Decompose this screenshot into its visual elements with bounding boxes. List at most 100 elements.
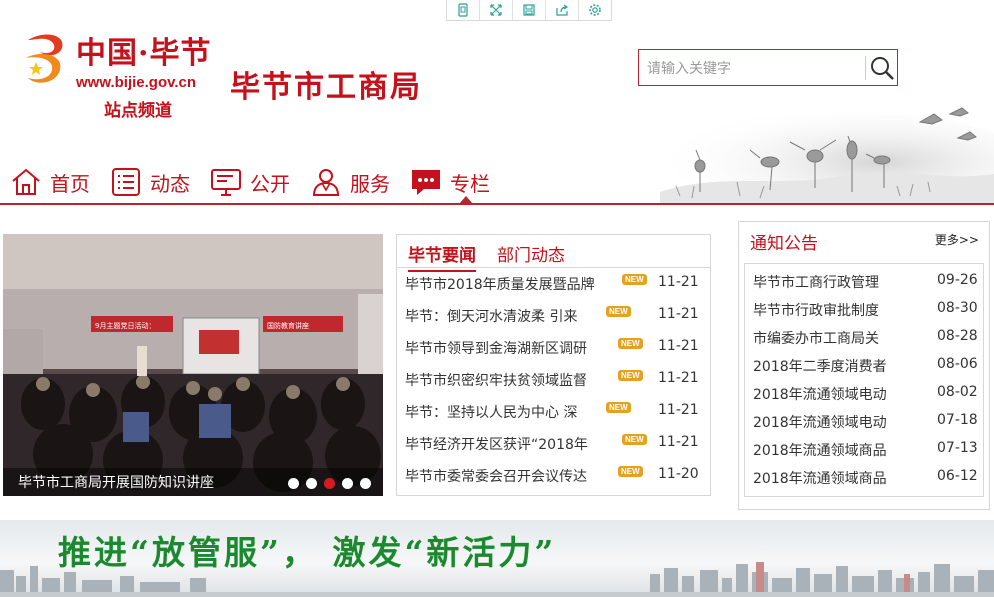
search-icon[interactable] <box>868 54 896 82</box>
new-badge: NEW <box>618 338 643 349</box>
monitor-icon <box>211 169 241 196</box>
news-item[interactable]: 毕节市织密织牢扶贫领域监督 NEW 11-21 <box>397 363 710 395</box>
news-date: 11-20 <box>658 466 699 482</box>
promo-banner[interactable]: 推进“放管服”， 激发“新活力” <box>0 520 994 597</box>
tab-department-news[interactable]: 部门动态 <box>497 241 565 266</box>
news-title[interactable]: 毕节：倒天河水清波柔 引来 <box>405 306 577 326</box>
search-input[interactable] <box>645 56 859 82</box>
slide-photo: 9月主题党日活动： 国防教育讲座 <box>3 234 383 496</box>
new-badge: NEW <box>618 370 643 381</box>
save-icon <box>523 4 535 16</box>
notice-item-date: 09-26 <box>937 272 978 288</box>
logo-text: 中国·毕节 <box>76 36 212 71</box>
search-divider <box>865 56 866 80</box>
nav-item-label: 服务 <box>350 171 390 196</box>
nav-item-public[interactable]: 公开 <box>210 160 290 204</box>
news-date: 11-21 <box>658 434 699 450</box>
top-toolstrip <box>446 0 612 21</box>
news-date: 11-21 <box>658 338 699 354</box>
new-badge: NEW <box>606 306 631 317</box>
list-icon <box>112 168 140 196</box>
notice-item-date: 08-30 <box>937 300 978 316</box>
nav-item-service[interactable]: 服务 <box>310 160 390 204</box>
notice-item-title[interactable]: 2018年流通领域商品 <box>753 440 887 460</box>
save-button[interactable] <box>513 0 546 20</box>
notice-item-date: 06-12 <box>937 468 978 484</box>
notice-item[interactable]: 2018年流通领域电动 08-02 <box>745 379 983 407</box>
news-list: 毕节市2018年质量发展暨品牌 NEW 11-21 毕节：倒天河水清波柔 引来 NEW… <box>397 267 710 491</box>
new-badge: NEW <box>606 402 631 413</box>
slide-dot[interactable] <box>342 478 353 489</box>
nav-item-home[interactable]: 首页 <box>10 160 90 204</box>
nav-item-label: 动态 <box>150 171 190 196</box>
mobile-view-button[interactable] <box>447 0 480 20</box>
notice-item-title[interactable]: 2018年流通领域电动 <box>753 412 887 432</box>
notice-item[interactable]: 毕节市行政审批制度 08-30 <box>745 295 983 323</box>
notice-item[interactable]: 市编委办市工商局关 08-28 <box>745 323 983 351</box>
fullscreen-button[interactable] <box>480 0 513 20</box>
nav-item-label: 公开 <box>250 171 290 196</box>
news-item[interactable]: 毕节：倒天河水清波柔 引来 NEW 11-21 <box>397 299 710 331</box>
new-badge: NEW <box>618 466 643 477</box>
notice-item-date: 07-13 <box>937 440 978 456</box>
slide-dot[interactable] <box>288 478 299 489</box>
notice-item-title[interactable]: 2018年二季度消费者 <box>753 356 887 376</box>
notice-item-title[interactable]: 2018年流通领域电动 <box>753 384 887 404</box>
nav-item-label: 首页 <box>50 171 90 196</box>
news-title[interactable]: 毕节市领导到金海湖新区调研 <box>405 338 587 358</box>
notice-title: 通知公告 <box>750 234 818 254</box>
slide-dot[interactable] <box>306 478 317 489</box>
news-item[interactable]: 毕节：坚持以人民为中心 深 NEW 11-21 <box>397 395 710 427</box>
nav-item-column[interactable]: 专栏 <box>410 160 490 204</box>
people-icon <box>312 169 340 196</box>
news-date: 11-21 <box>658 370 699 386</box>
logo-url[interactable]: www.bijie.gov.cn <box>76 74 196 91</box>
slide-caption[interactable]: 毕节市工商局开展国防知识讲座 <box>18 472 214 492</box>
share-button[interactable] <box>546 0 579 20</box>
news-date: 11-21 <box>658 402 699 418</box>
notice-item-title[interactable]: 2018年流通领域商品 <box>753 468 887 488</box>
nav-underline <box>0 203 994 205</box>
notice-item-title[interactable]: 毕节市行政审批制度 <box>753 300 879 320</box>
notice-item[interactable]: 2018年二季度消费者 08-06 <box>745 351 983 379</box>
settings-button[interactable] <box>579 0 611 20</box>
logo-subtitle: 站点频道 <box>104 101 172 121</box>
new-badge: NEW <box>622 274 647 285</box>
notice-item-title[interactable]: 市编委办市工商局关 <box>753 328 879 348</box>
notice-item[interactable]: 2018年流通领域电动 07-18 <box>745 407 983 435</box>
news-item[interactable]: 毕节市2018年质量发展暨品牌 NEW 11-21 <box>397 267 710 299</box>
slide-dot-active[interactable] <box>324 478 335 489</box>
slide-dot[interactable] <box>360 478 371 489</box>
notice-item[interactable]: 毕节市工商行政管理 09-26 <box>745 267 983 295</box>
news-tabs: 毕节要闻 部门动态 <box>397 235 710 272</box>
tab-bijie-news[interactable]: 毕节要闻 <box>408 241 476 272</box>
notice-item-title[interactable]: 毕节市工商行政管理 <box>753 272 879 292</box>
news-item[interactable]: 毕节市委常委会召开会议传达 NEW 11-20 <box>397 459 710 491</box>
news-title[interactable]: 毕节市织密织牢扶贫领域监督 <box>405 370 587 390</box>
chat-icon <box>412 170 440 195</box>
notice-more-link[interactable]: 更多>> <box>935 231 979 248</box>
notice-item-date: 08-28 <box>937 328 978 344</box>
photo-slideshow[interactable]: 9月主题党日活动： 国防教育讲座 毕节市工商局开展国防知识讲座 <box>3 234 383 496</box>
news-title[interactable]: 毕节市2018年质量发展暨品牌 <box>405 274 595 294</box>
notice-list: 毕节市工商行政管理 09-26 毕节市行政审批制度 08-30 市编委办市工商局关 0… <box>745 267 983 491</box>
notice-panel: 通知公告 更多>> 毕节市工商行政管理 09-26 毕节市行政审批制度 08-30 … <box>738 221 990 510</box>
notice-item-date: 08-06 <box>937 356 978 372</box>
news-title[interactable]: 毕节：坚持以人民为中心 深 <box>405 402 577 422</box>
news-panel: 毕节要闻 部门动态 毕节市2018年质量发展暨品牌 NEW 11-21 毕节：倒天河… <box>396 234 711 496</box>
share-icon <box>556 4 569 16</box>
nav-item-label: 专栏 <box>450 171 490 196</box>
news-title[interactable]: 毕节经济开发区获评“2018年 <box>405 434 588 454</box>
nav-item-news[interactable]: 动态 <box>110 160 190 204</box>
fullscreen-icon <box>490 4 502 16</box>
notice-item[interactable]: 2018年流通领域商品 06-12 <box>745 463 983 491</box>
home-icon <box>12 168 40 195</box>
notice-list-frame: 毕节市工商行政管理 09-26 毕节市行政审批制度 08-30 市编委办市工商局关 0… <box>744 263 984 497</box>
news-title[interactable]: 毕节市委常委会召开会议传达 <box>405 466 587 486</box>
news-date: 11-21 <box>658 274 699 290</box>
notice-item[interactable]: 2018年流通领域商品 07-13 <box>745 435 983 463</box>
main-nav: 首页 动态 公开 服务 专栏 <box>0 160 994 204</box>
settings-icon <box>589 4 601 16</box>
news-item[interactable]: 毕节经济开发区获评“2018年 NEW 11-21 <box>397 427 710 459</box>
news-item[interactable]: 毕节市领导到金海湖新区调研 NEW 11-21 <box>397 331 710 363</box>
